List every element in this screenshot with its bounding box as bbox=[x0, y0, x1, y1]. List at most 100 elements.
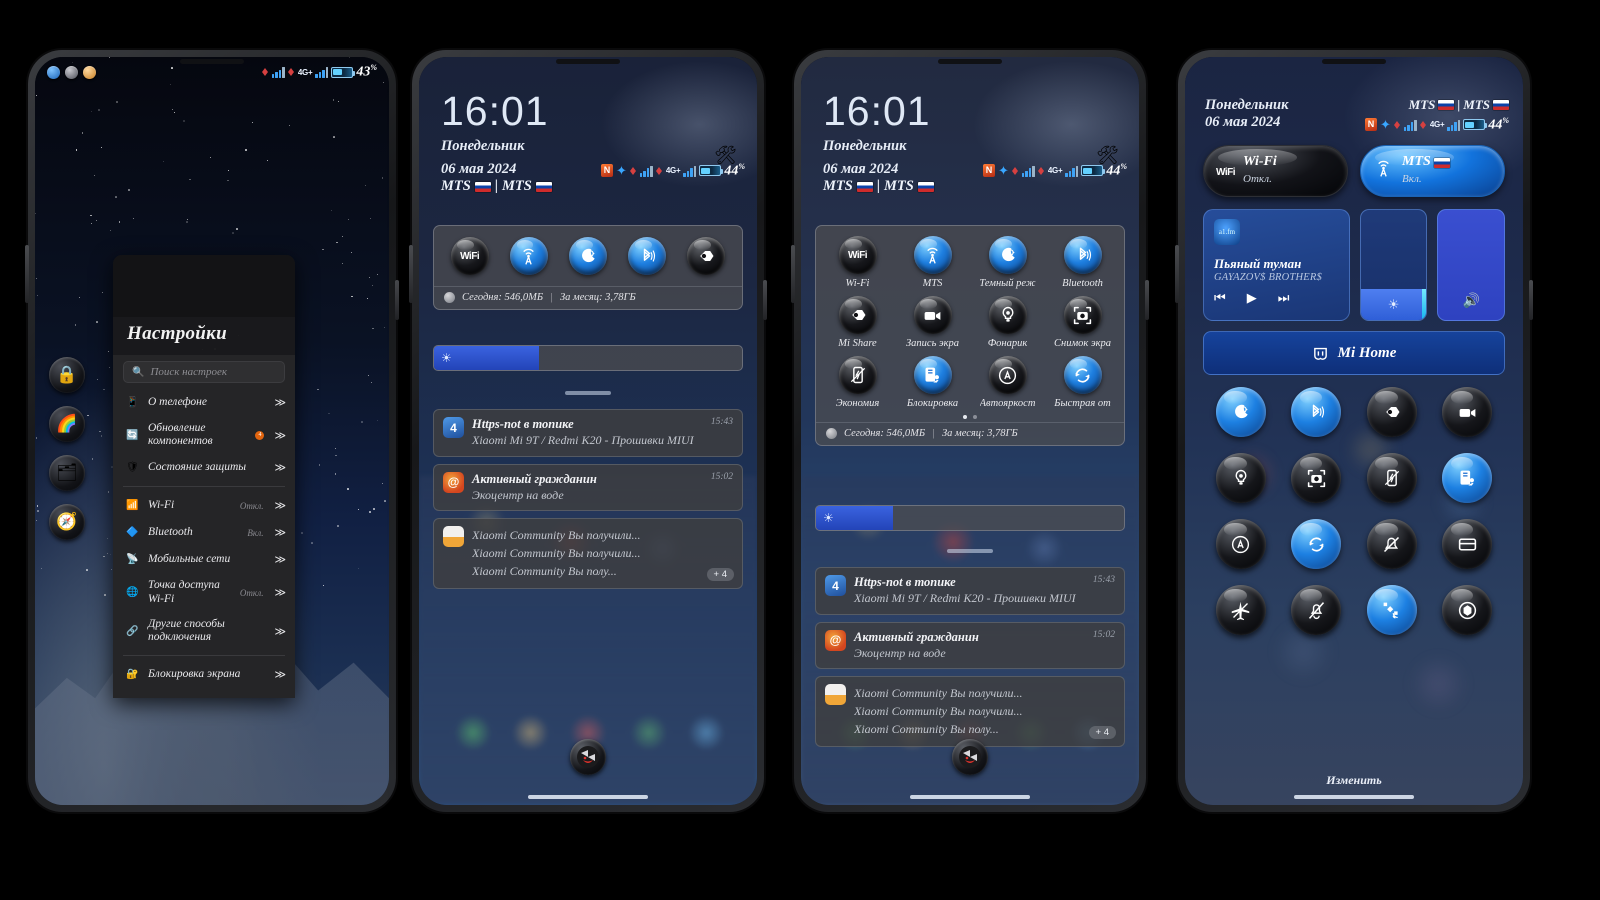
notification-item[interactable]: @ Активный гражданин Экоцентр на воде 15… bbox=[815, 622, 1125, 670]
settings-item-4[interactable]: 🔷 Bluetooth Вкл. ≫ bbox=[123, 519, 285, 546]
auto-brightness-button[interactable] bbox=[1216, 519, 1266, 569]
camera-button[interactable] bbox=[1442, 585, 1492, 635]
edit-button[interactable]: Изменить bbox=[1326, 773, 1381, 787]
auto-brightness-tile[interactable] bbox=[989, 356, 1027, 394]
battery-saver-tile[interactable] bbox=[839, 356, 877, 394]
settings-item-0[interactable]: 📱 О телефоне ≫ bbox=[123, 389, 285, 416]
volume-slider-p4[interactable]: 🔊 bbox=[1437, 209, 1505, 321]
app-icon-lock[interactable]: 🔒 bbox=[49, 357, 85, 393]
wallet-button[interactable] bbox=[1442, 519, 1492, 569]
prev-track-icon[interactable]: ⏮ bbox=[1214, 290, 1226, 306]
notification-body: Xiaomi Mi 9T / Redmi K20 - Прошивки MIUI bbox=[854, 591, 1115, 606]
wifi-pill[interactable]: WiFi Wi-Fi Откл. bbox=[1203, 145, 1348, 197]
settings-search-input[interactable]: 🔍 Поиск настроек bbox=[123, 361, 285, 383]
location-button[interactable] bbox=[1367, 585, 1417, 635]
chevron-right-icon-6: ≫ bbox=[274, 586, 283, 599]
dock-app-icon-p3[interactable] bbox=[952, 739, 988, 775]
flashlight-tile[interactable] bbox=[989, 296, 1027, 334]
bluetooth-tile[interactable] bbox=[628, 237, 666, 275]
battery-saver-button[interactable] bbox=[1367, 453, 1417, 503]
grid-cell-9[interactable]: Блокировка bbox=[895, 356, 970, 409]
grid-cell-11[interactable]: Быстрая от bbox=[1045, 356, 1120, 409]
mi-share-button[interactable] bbox=[1367, 387, 1417, 437]
volume-button[interactable] bbox=[25, 245, 29, 303]
mi-share-tile[interactable] bbox=[687, 237, 725, 275]
notification-item[interactable]: Xiaomi Community Вы получили... Xiaomi Co… bbox=[815, 676, 1125, 747]
grid-cell-7[interactable]: Снимок экра bbox=[1045, 296, 1120, 349]
dock-app-icon-p2[interactable] bbox=[570, 739, 606, 775]
power-button-2[interactable] bbox=[763, 280, 767, 320]
bluetooth-button[interactable] bbox=[1291, 387, 1341, 437]
silent-mode-button[interactable] bbox=[1291, 585, 1341, 635]
screen-record-tile[interactable] bbox=[914, 296, 952, 334]
quick-reply-button[interactable] bbox=[1291, 519, 1341, 569]
brightness-slider-p2[interactable]: ☀ bbox=[433, 345, 743, 371]
page-dot-0[interactable] bbox=[963, 415, 967, 419]
grid-cell-0[interactable]: WiFi Wi-Fi bbox=[820, 236, 895, 289]
mobile-data-pill[interactable]: MTS Вкл. bbox=[1360, 145, 1505, 197]
grid-cell-3[interactable]: Bluetooth bbox=[1045, 236, 1120, 289]
app-icon-gallery[interactable]: 🌈 bbox=[49, 406, 85, 442]
volume-button-2[interactable] bbox=[409, 245, 413, 303]
navigation-bar-p4[interactable] bbox=[1294, 795, 1414, 799]
shade-drag-handle-p2[interactable] bbox=[565, 391, 611, 395]
wifi-tile[interactable]: WiFi bbox=[451, 237, 489, 275]
mi-share-tile[interactable] bbox=[839, 296, 877, 334]
flashlight-button[interactable] bbox=[1216, 453, 1266, 503]
app-icon-files[interactable]: 🗂 bbox=[49, 455, 85, 491]
settings-item-8[interactable]: 🔐 Блокировка экрана ≫ bbox=[123, 661, 285, 688]
airplane-mode-button[interactable] bbox=[1216, 585, 1266, 635]
notification-item[interactable]: Xiaomi Community Вы получили... Xiaomi Co… bbox=[433, 518, 743, 589]
nfc-icon: N bbox=[601, 164, 613, 177]
page-dots-p3[interactable] bbox=[820, 409, 1120, 422]
settings-item-6[interactable]: 🌐 Точка доступа Wi-Fi Откл. ≫ bbox=[123, 573, 285, 611]
brightness-slider-p4[interactable]: ☀ bbox=[1360, 209, 1428, 321]
brightness-slider-p3[interactable]: ☀ bbox=[815, 505, 1125, 531]
volume-button-4[interactable] bbox=[1175, 245, 1179, 303]
notification-more-count[interactable]: + 4 bbox=[1089, 726, 1116, 739]
dark-mode-button[interactable] bbox=[1216, 387, 1266, 437]
power-button-3[interactable] bbox=[1145, 280, 1149, 320]
grid-cell-8[interactable]: Экономия bbox=[820, 356, 895, 409]
dark-mode-tile[interactable] bbox=[989, 236, 1027, 274]
grid-cell-4[interactable]: Mi Share bbox=[820, 296, 895, 349]
grid-cell-1[interactable]: MTS bbox=[895, 236, 970, 289]
screenshot-tile[interactable] bbox=[1064, 296, 1102, 334]
notification-item[interactable]: 4 Https-not в топике Xiaomi Mi 9T / Redm… bbox=[433, 409, 743, 457]
settings-item-3[interactable]: 📶 Wi-Fi Откл. ≫ bbox=[123, 492, 285, 519]
screen-record-button[interactable] bbox=[1442, 387, 1492, 437]
mobile-data-tile[interactable] bbox=[510, 237, 548, 275]
bluetooth-tile[interactable] bbox=[1064, 236, 1102, 274]
page-dot-1[interactable] bbox=[973, 415, 977, 419]
do-not-disturb-button[interactable] bbox=[1367, 519, 1417, 569]
dark-mode-tile[interactable] bbox=[569, 237, 607, 275]
grid-cell-5[interactable]: Запись экра bbox=[895, 296, 970, 349]
navigation-bar-p3[interactable] bbox=[910, 795, 1030, 799]
settings-item-7[interactable]: 🔗 Другие способы подключения ≫ bbox=[123, 612, 285, 650]
notification-more-count[interactable]: + 4 bbox=[707, 568, 734, 581]
mi-home-button[interactable]: Mi Home bbox=[1203, 331, 1505, 375]
power-button[interactable] bbox=[395, 280, 399, 320]
volume-button-3[interactable] bbox=[791, 245, 795, 303]
grid-cell-2[interactable]: Темный реж bbox=[970, 236, 1045, 289]
screen-lock-tile[interactable] bbox=[914, 356, 952, 394]
grid-cell-6[interactable]: Фонарик bbox=[970, 296, 1045, 349]
mobile-data-tile[interactable] bbox=[914, 236, 952, 274]
next-track-icon[interactable]: ⏭ bbox=[1278, 290, 1290, 306]
screenshot-button[interactable] bbox=[1291, 453, 1341, 503]
shade-drag-handle-p3[interactable] bbox=[947, 549, 993, 553]
shield-red-icon bbox=[576, 745, 600, 769]
notification-item[interactable]: 4 Https-not в топике Xiaomi Mi 9T / Redm… bbox=[815, 567, 1125, 615]
wifi-tile[interactable]: WiFi bbox=[839, 236, 877, 274]
quick-reply-tile[interactable] bbox=[1064, 356, 1102, 394]
power-button-4[interactable] bbox=[1529, 280, 1533, 320]
navigation-bar-p2[interactable] bbox=[528, 795, 648, 799]
screen-lock-button[interactable] bbox=[1442, 453, 1492, 503]
grid-cell-10[interactable]: Автояркост bbox=[970, 356, 1045, 409]
notification-item[interactable]: @ Активный гражданин Экоцентр на воде 15… bbox=[433, 464, 743, 512]
settings-item-2[interactable]: 🛡 Состояние защиты ≫ bbox=[123, 454, 285, 481]
app-icon-compass[interactable]: 🧭 bbox=[49, 504, 85, 540]
settings-item-5[interactable]: 📡 Мобильные сети ≫ bbox=[123, 546, 285, 573]
settings-item-1[interactable]: 🔄 Обновление компонентов 4 ≫ bbox=[123, 416, 285, 454]
play-icon[interactable]: ▶ bbox=[1247, 290, 1257, 306]
